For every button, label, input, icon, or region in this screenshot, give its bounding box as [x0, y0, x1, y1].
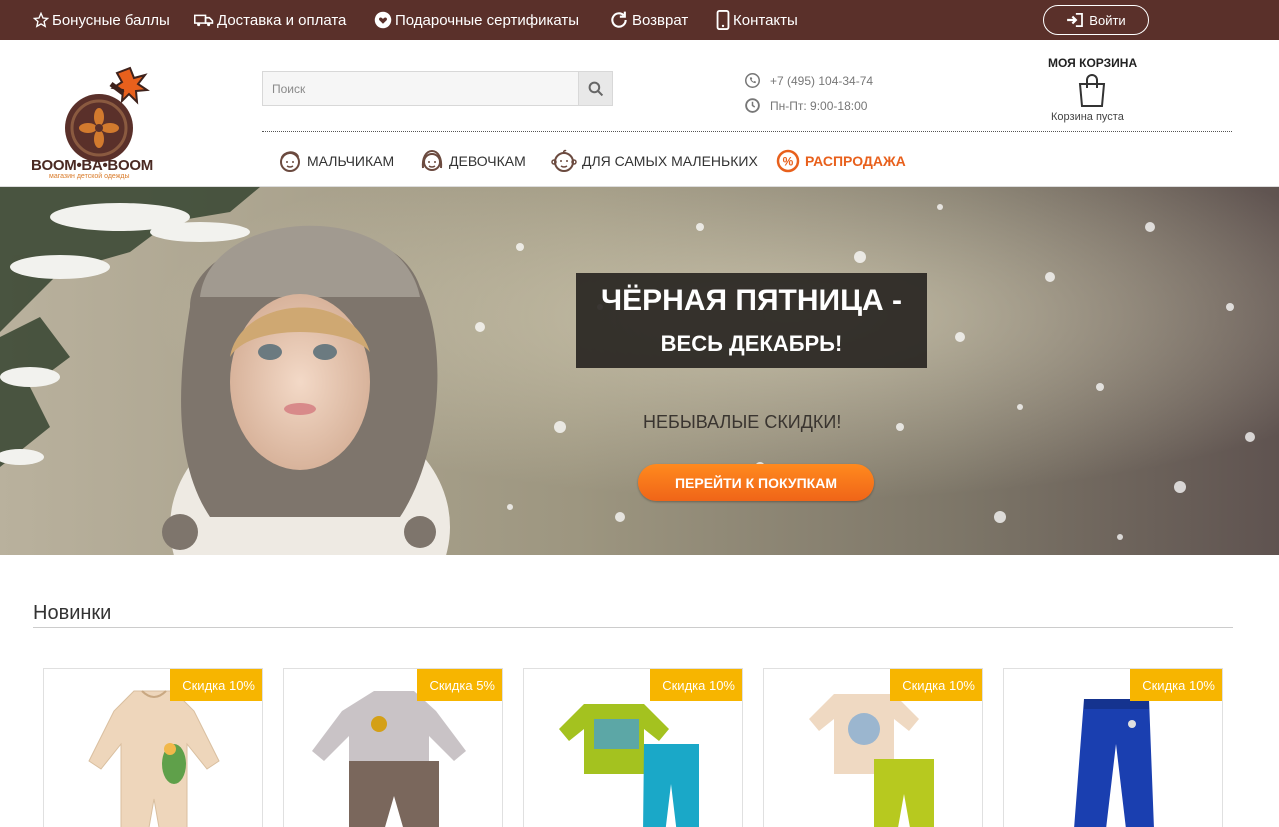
nav-girls[interactable]: ДЕВОЧКАМ	[420, 147, 526, 175]
refresh-icon	[611, 11, 627, 28]
topbar-link-label: Бонусные баллы	[52, 11, 170, 29]
contact-phone-text[interactable]: +7 (495) 104-34-74	[770, 74, 873, 88]
discount-badge: Скидка 10%	[1130, 669, 1222, 701]
product-card[interactable]: Скидка 10%	[763, 668, 983, 827]
product-card[interactable]: Скидка 10%	[523, 668, 743, 827]
contact-hours: Пн-Пт: 9:00-18:00	[745, 98, 867, 113]
logo-text: BOOM•BA•BOOM	[31, 157, 153, 174]
section-title: Новинки	[33, 602, 112, 624]
topbar-link-returns[interactable]: Возврат	[609, 0, 688, 40]
baby-face-icon	[551, 149, 577, 172]
discount-badge: Скидка 10%	[170, 669, 262, 701]
top-bar: Бонусные баллы Доставка и оплата Подароч…	[0, 0, 1279, 40]
login-icon	[1067, 13, 1084, 27]
topbar-link-delivery[interactable]: Доставка и оплата	[194, 0, 346, 40]
nav-label: РАСПРОДАЖА	[805, 153, 906, 169]
shop-now-button[interactable]: ПЕРЕЙТИ К ПОКУПКАМ	[638, 464, 874, 501]
product-card[interactable]: Скидка 5%	[283, 668, 503, 827]
product-card[interactable]: Скидка 10%	[43, 668, 263, 827]
promo-subtitle: НЕБЫВАЛЫЕ СКИДКИ!	[643, 412, 842, 432]
topbar-link-bonus[interactable]: Бонусные баллы	[33, 0, 170, 40]
topbar-link-gift-cards[interactable]: Подарочные сертификаты	[374, 0, 579, 40]
nav-label: ДЕВОЧКАМ	[449, 153, 526, 169]
contact-phone: +7 (495) 104-34-74	[745, 73, 873, 88]
phone-icon	[716, 10, 730, 30]
topbar-link-contacts[interactable]: Контакты	[716, 0, 798, 40]
topbar-link-label: Возврат	[632, 11, 689, 29]
clock-icon	[745, 98, 760, 113]
shopping-bag-icon[interactable]	[1076, 72, 1108, 108]
svg-text:%: %	[783, 155, 794, 169]
search-icon	[588, 81, 603, 96]
login-button[interactable]: Войти	[1043, 5, 1149, 35]
nav-label: МАЛЬЧИКАМ	[307, 153, 395, 169]
search-input[interactable]	[262, 71, 578, 106]
nav-babies[interactable]: ДЛЯ САМЫХ МАЛЕНЬКИХ	[551, 147, 758, 175]
search-button[interactable]	[578, 71, 613, 106]
star-icon	[33, 12, 49, 28]
login-label: Войти	[1089, 12, 1126, 28]
contact-hours-text: Пн-Пт: 9:00-18:00	[770, 98, 868, 113]
hero-banner	[0, 187, 1279, 555]
logo-subtitle: магазин детской одежды	[49, 173, 130, 180]
phone-circle-icon	[745, 73, 760, 88]
topbar-link-label: Доставка и оплата	[217, 11, 347, 29]
discount-badge: Скидка 5%	[417, 669, 502, 701]
percent-icon: %	[776, 149, 800, 173]
cart-status: Корзина пуста	[1051, 111, 1124, 123]
topbar-link-label: Подарочные сертификаты	[395, 11, 580, 29]
nav-label: ДЛЯ САМЫХ МАЛЕНЬКИХ	[582, 153, 758, 169]
section-divider	[33, 627, 1233, 628]
discount-badge: Скидка 10%	[650, 669, 742, 701]
nav-boys[interactable]: МАЛЬЧИКАМ	[278, 147, 394, 175]
product-card[interactable]: Скидка 10%	[1003, 668, 1223, 827]
promo-title-line2: ВЕСЬ ДЕКАБРЬ!	[660, 331, 843, 356]
header-divider	[262, 131, 1232, 132]
discount-badge: Скидка 10%	[890, 669, 982, 701]
promo-box: ЧЁРНАЯ ПЯТНИЦА - ВЕСЬ ДЕКАБРЬ!	[576, 273, 927, 368]
boy-face-icon	[280, 151, 300, 172]
cart-title[interactable]: МОЯ КОРЗИНА	[1048, 56, 1137, 70]
heart-icon	[374, 11, 392, 29]
hero-photo	[0, 187, 1279, 555]
girl-face-icon	[421, 149, 443, 171]
search-bar	[262, 71, 613, 106]
promo-title-line1: ЧЁРНАЯ ПЯТНИЦА -	[601, 284, 902, 317]
nav-sale[interactable]: % РАСПРОДАЖА	[776, 147, 906, 175]
topbar-link-label: Контакты	[733, 11, 798, 29]
truck-icon	[194, 14, 214, 27]
